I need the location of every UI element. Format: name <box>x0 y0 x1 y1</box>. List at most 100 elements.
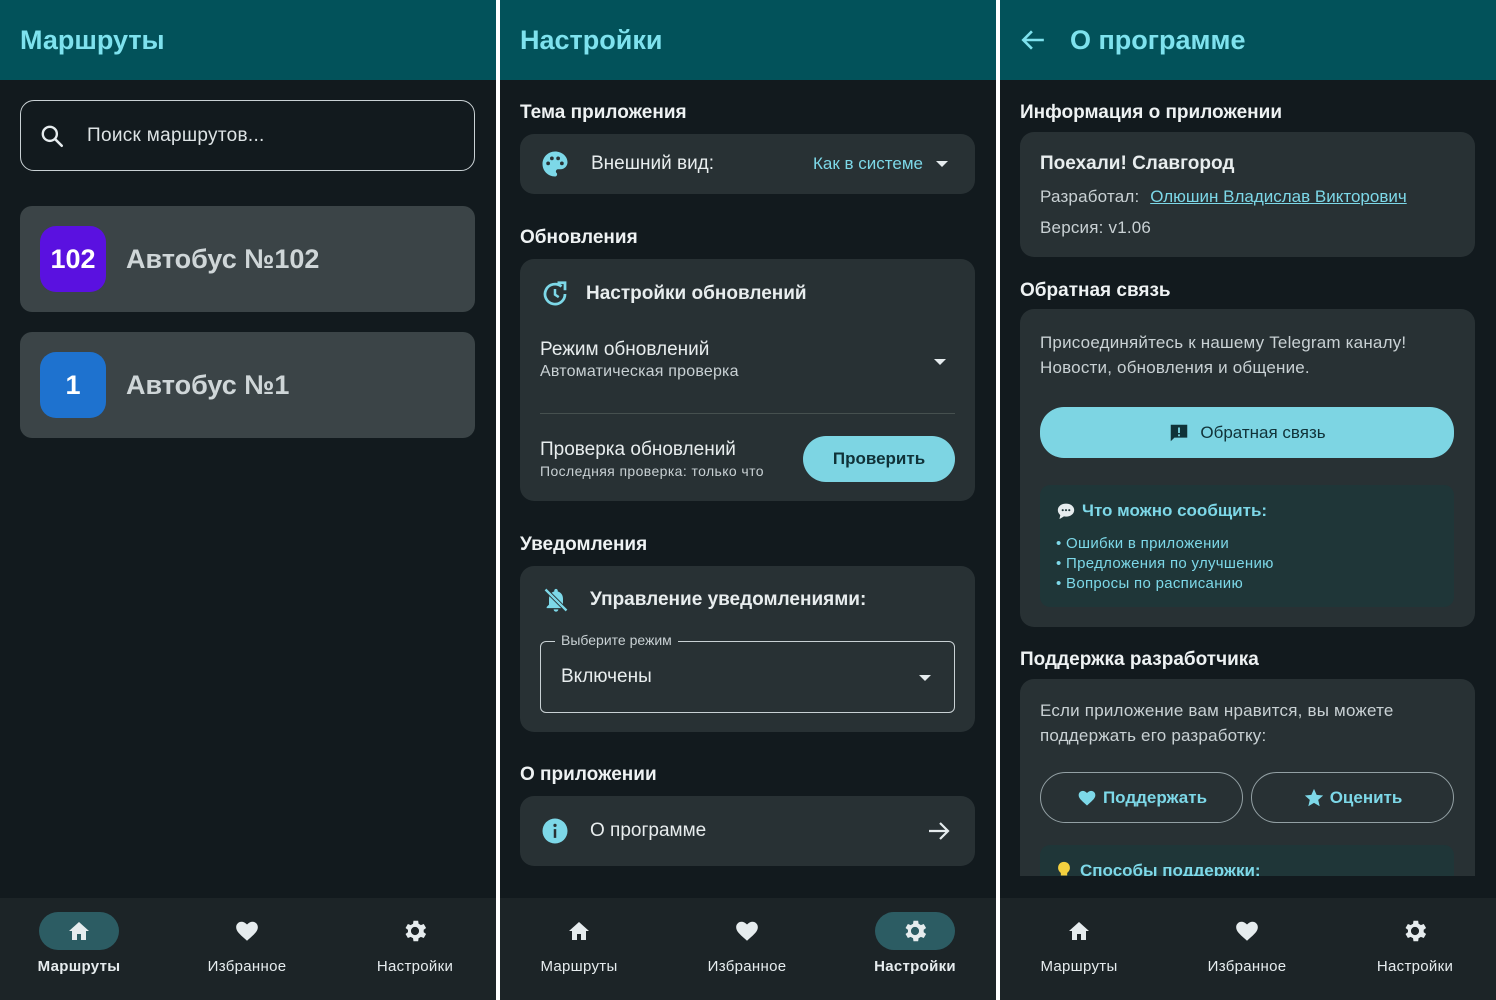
check-label: Проверка обновлений <box>540 439 736 460</box>
page-title: О программе <box>1070 24 1246 55</box>
search-placeholder: Поиск маршрутов... <box>87 124 265 146</box>
developer-link[interactable]: Олюшин Владислав Викторович <box>1150 187 1407 206</box>
nav-label: Маршруты <box>540 958 618 975</box>
palette-icon <box>542 151 568 177</box>
list-item: • Вопросы по расписанию <box>1056 575 1244 592</box>
nav-item-routes[interactable]: Маршруты <box>1019 912 1139 992</box>
updates-card-title: Настройки обновлений <box>586 283 807 304</box>
nav-item-settings[interactable]: Настройки <box>355 912 475 992</box>
nav-label: Настройки <box>1376 958 1454 975</box>
notifications-title: Управление уведомлениями: <box>590 589 867 610</box>
app-bar: О программе <box>1000 0 1496 80</box>
update-icon <box>543 281 567 306</box>
route-name: Автобус №1 <box>126 369 290 400</box>
search-icon <box>41 125 64 147</box>
heart-icon <box>736 921 758 941</box>
nav-item-routes[interactable]: Маршруты <box>519 912 639 992</box>
check-updates-button[interactable]: Проверить <box>803 436 955 482</box>
search-input[interactable]: Поиск маршрутов... <box>20 100 475 171</box>
nav-item-settings[interactable]: Настройки <box>855 912 975 992</box>
check-sub: Последняя проверка: только что <box>540 463 764 479</box>
support-button-label: Поддержать <box>1102 787 1208 807</box>
nav-label: Маршруты <box>37 958 121 975</box>
support-text-line: Если приложение вам нравится, вы можете <box>1040 701 1394 720</box>
bottom-navigation: Маршруты Избранное Настройки <box>500 898 996 1000</box>
home-icon <box>569 922 589 940</box>
nav-item-settings[interactable]: Настройки <box>1355 912 1475 992</box>
section-header-notifications: Уведомления <box>520 534 648 555</box>
appearance-label: Внешний вид: <box>591 153 715 174</box>
dropdown-arrow-icon <box>919 675 931 681</box>
back-button[interactable] <box>1020 25 1050 55</box>
nav-label: Избранное <box>207 958 287 975</box>
heart-icon <box>1236 921 1258 941</box>
list-item: • Ошибки в приложении <box>1056 535 1230 552</box>
what-to-report-box: Что можно сообщить: • Ошибки в приложени… <box>1040 485 1454 607</box>
rate-button[interactable]: Оценить <box>1251 772 1454 823</box>
support-text-line: поддержать его разработку: <box>1040 726 1267 745</box>
page-title: Настройки <box>520 24 663 55</box>
feedback-card: Присоединяйтесь к нашему Telegram каналу… <box>1020 309 1475 627</box>
version-text: Версия: v1.06 <box>1040 218 1152 237</box>
section-header-updates: Обновления <box>520 227 638 248</box>
gear-icon <box>905 920 927 942</box>
route-name: Автобус №102 <box>126 243 320 274</box>
rate-button-label: Оценить <box>1329 787 1403 807</box>
notifications-card: Управление уведомлениями: Выберите режим… <box>520 566 975 732</box>
route-card[interactable]: 102 Автобус №102 <box>20 206 475 312</box>
app-name: Поехали! Славгород <box>1040 153 1235 174</box>
section-header-about: О приложении <box>520 764 657 785</box>
app-bar: Настройки <box>500 0 996 80</box>
update-mode-select[interactable]: Режим обновлений Автоматическая проверка <box>540 339 955 389</box>
routes-screen: Маршруты Поиск маршрутов... 102 Автобус … <box>0 0 496 1000</box>
select-value: Включены <box>561 666 652 687</box>
section-header-info: Информация о приложении <box>1020 102 1283 123</box>
route-card[interactable]: 1 Автобус №1 <box>20 332 475 438</box>
about-screen: О программе Информация о приложении Поех… <box>1000 0 1496 1000</box>
gear-icon <box>405 920 427 942</box>
appearance-value: Как в системе <box>813 154 923 173</box>
notification-mode-select[interactable]: Выберите режим Включены <box>540 632 955 713</box>
route-number-badge: 1 <box>40 352 106 418</box>
feedback-button[interactable]: Обратная связь <box>1040 407 1454 458</box>
page-title: Маршруты <box>20 24 165 55</box>
nav-item-favorites[interactable]: Избранное <box>1187 912 1307 992</box>
route-number-badge: 102 <box>40 226 106 292</box>
info-icon <box>542 818 568 844</box>
settings-screen: Настройки Тема приложения Внешний вид: К… <box>500 0 996 1000</box>
nav-label: Маршруты <box>1040 958 1118 975</box>
app-bar: Маршруты <box>0 0 496 80</box>
app-info-card: Поехали! Славгород Разработал: Олюшин Вл… <box>1020 132 1475 257</box>
home-icon <box>1069 922 1089 940</box>
section-header-feedback: Обратная связь <box>1020 280 1171 301</box>
heart-icon <box>236 921 258 941</box>
nav-item-favorites[interactable]: Избранное <box>687 912 807 992</box>
nav-label: Настройки <box>874 958 956 975</box>
heart-icon <box>1078 790 1096 805</box>
speech-bubble-icon <box>1057 503 1075 520</box>
nav-item-favorites[interactable]: Избранное <box>187 912 307 992</box>
bell-off-icon <box>544 588 568 612</box>
select-legend: Выберите режим <box>555 632 678 648</box>
appearance-card[interactable]: Внешний вид: Как в системе <box>520 134 975 194</box>
what-to-report-title: Что можно сообщить: <box>1082 501 1268 520</box>
nav-item-routes[interactable]: Маршруты <box>19 912 139 992</box>
about-program-item[interactable]: О программе <box>520 796 975 866</box>
update-mode-value: Автоматическая проверка <box>540 363 739 380</box>
feedback-button-label: Обратная связь <box>1200 422 1326 442</box>
feedback-icon <box>1171 424 1188 441</box>
updates-card: Настройки обновлений Режим обновлений Ав… <box>520 259 975 501</box>
developer-label: Разработал: <box>1040 187 1140 206</box>
feedback-text-line: Новости, обновления и общение. <box>1040 358 1310 377</box>
support-button[interactable]: Поддержать <box>1040 772 1243 823</box>
nav-label: Избранное <box>707 958 787 975</box>
gear-icon <box>1405 920 1427 942</box>
list-item: • Предложения по улучшению <box>1056 555 1274 572</box>
about-program-label: О программе <box>590 820 707 841</box>
scroll-clip <box>1000 876 1496 898</box>
section-header-support: Поддержка разработчика <box>1020 649 1259 670</box>
nav-label: Настройки <box>376 958 454 975</box>
divider <box>540 413 955 414</box>
bottom-navigation: Маршруты Избранное Настройки <box>1000 898 1496 1000</box>
feedback-text-line: Присоединяйтесь к нашему Telegram каналу… <box>1040 333 1407 352</box>
